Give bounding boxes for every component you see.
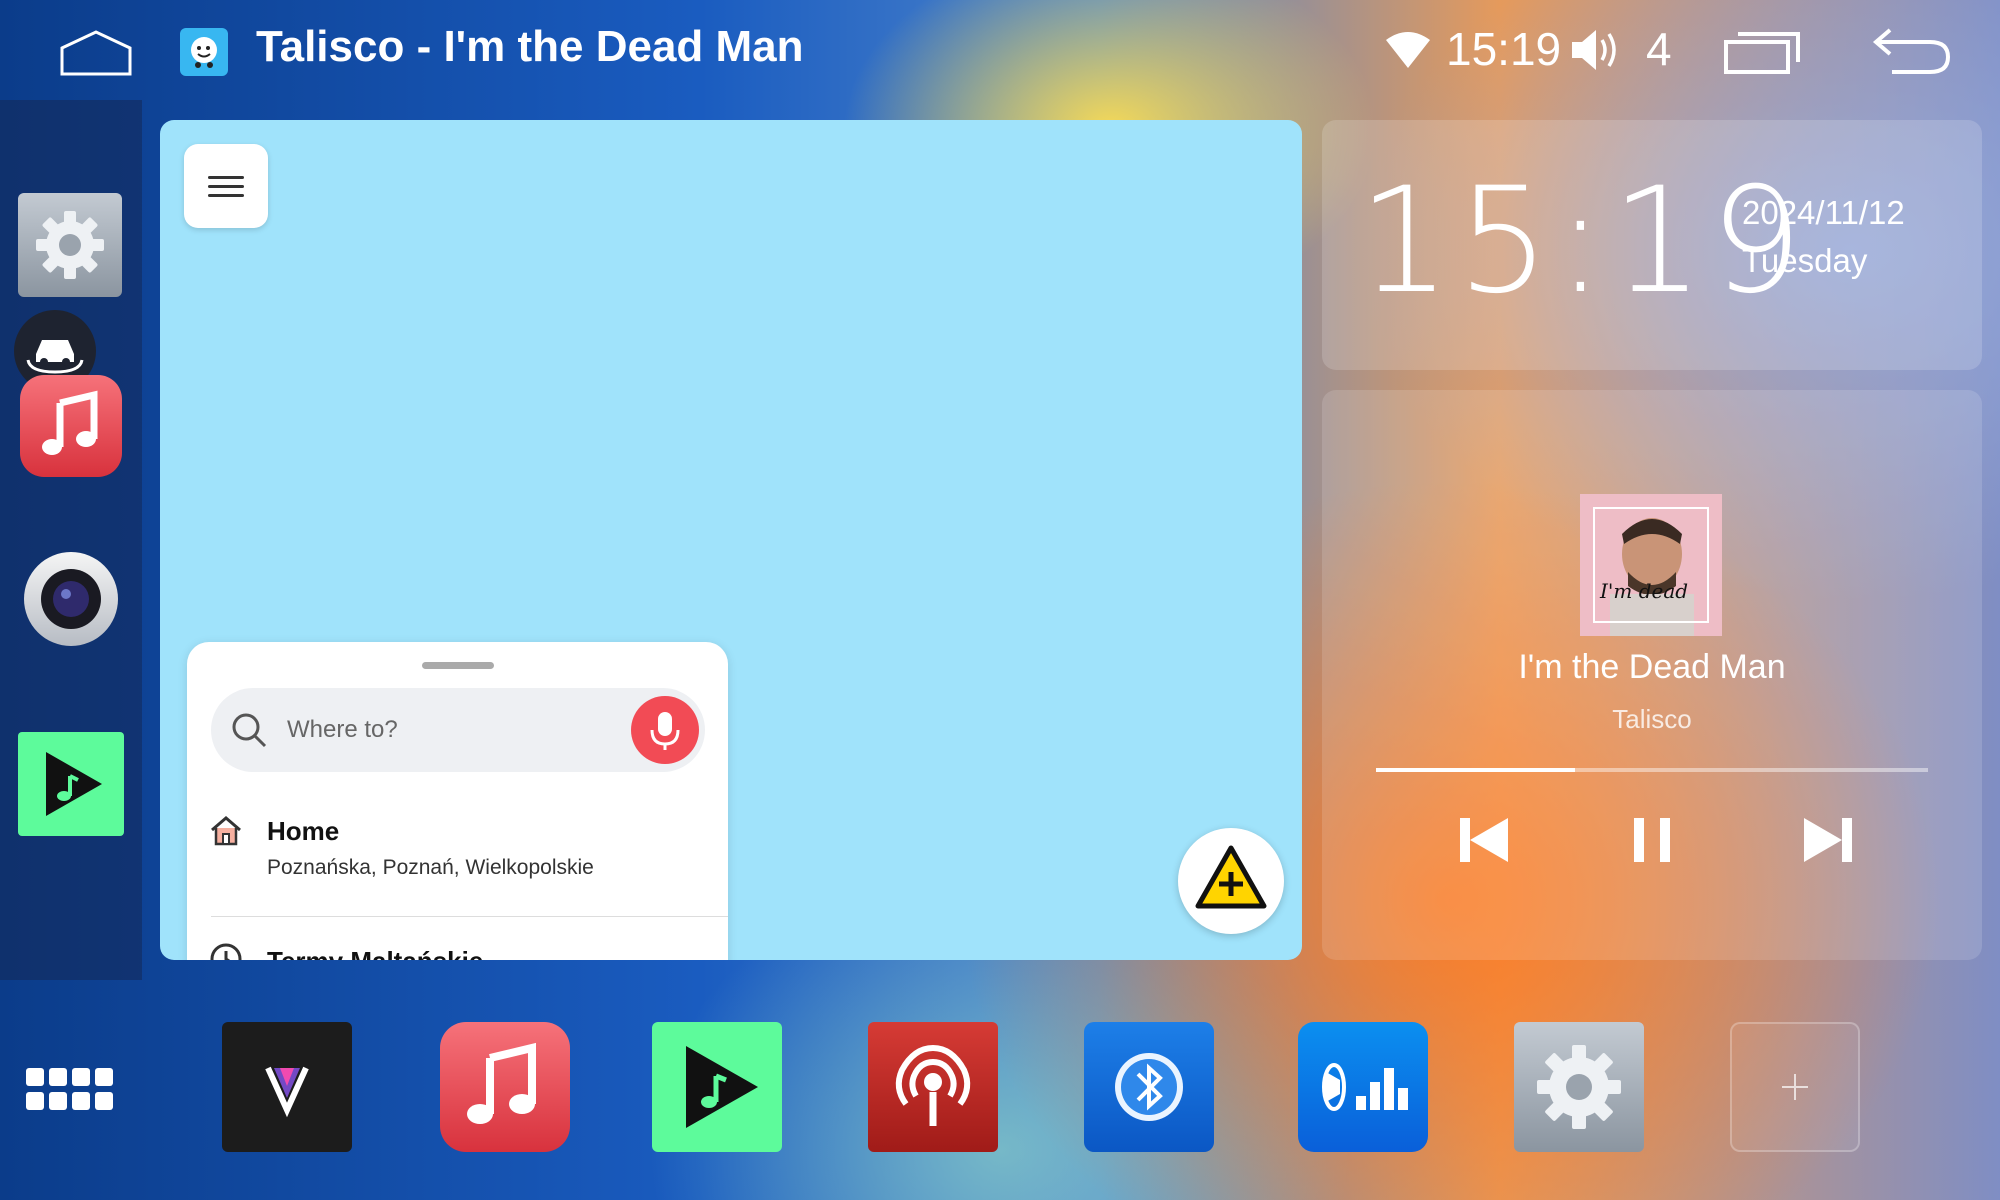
home-icon (209, 814, 243, 848)
podcast-icon[interactable] (868, 1022, 998, 1152)
now-playing-title: Talisco - I'm the Dead Man (256, 22, 804, 71)
left-dock (0, 100, 142, 980)
volume-level: 4 (1646, 23, 1672, 75)
wifi-icon (1384, 30, 1432, 70)
recent-clock-icon (209, 942, 243, 960)
progress-fill (1376, 768, 1575, 772)
clock-weekday: Tuesday (1742, 242, 1868, 279)
home-icon[interactable] (58, 28, 134, 76)
sheet-handle[interactable] (422, 662, 494, 669)
back-icon[interactable] (1872, 24, 1952, 76)
recent-destination[interactable]: Termy Maltańskie (209, 942, 709, 960)
camera-icon[interactable] (24, 552, 118, 646)
play-music-icon[interactable] (652, 1022, 782, 1152)
clock-time: 15:19 (1358, 156, 1809, 326)
waze-app-icon (180, 28, 228, 76)
volume-icon[interactable] (1570, 26, 1622, 74)
search-input[interactable] (287, 710, 607, 750)
next-track-icon[interactable] (1796, 808, 1860, 872)
album-cover[interactable]: I'm dead (1580, 494, 1722, 636)
music-widget: I'm dead I'm the Dead Man Talisco (1322, 390, 1982, 960)
music-icon[interactable] (20, 375, 122, 477)
home-address: Poznańska, Poznań, Wielkopolskie (267, 856, 594, 879)
play-music-icon[interactable] (18, 732, 124, 836)
home-destination[interactable]: Home Poznańska, Poznań, Wielkopolskie (187, 802, 728, 912)
pause-icon[interactable] (1620, 808, 1684, 872)
search-bar[interactable] (211, 688, 705, 772)
recent-apps-icon[interactable] (1722, 28, 1804, 76)
v-app-icon[interactable] (222, 1022, 352, 1152)
artist-name: Talisco (1612, 704, 1692, 734)
navigation-map[interactable]: Home Poznańska, Poznań, Wielkopolskie Te… (160, 120, 1302, 960)
home-title: Home (267, 816, 340, 846)
settings-icon[interactable] (18, 193, 122, 297)
app-grid-icon[interactable] (24, 1066, 116, 1112)
previous-track-icon[interactable] (1452, 808, 1516, 872)
report-hazard-button[interactable] (1178, 828, 1284, 934)
search-icon (229, 710, 269, 750)
add-icon[interactable] (1730, 1022, 1860, 1152)
cover-text: I'm dead (1599, 579, 1688, 603)
clock-widget[interactable]: 15:19 2024/11/12 Tuesday (1322, 120, 1982, 370)
mic-button[interactable] (631, 696, 699, 764)
playback-progress[interactable] (1376, 768, 1928, 772)
settings-icon[interactable] (1514, 1022, 1644, 1152)
music-icon[interactable] (440, 1022, 570, 1152)
clock-date: 2024/11/12 (1742, 194, 1905, 231)
song-title: I'm the Dead Man (1518, 648, 1786, 686)
bluetooth-icon[interactable] (1084, 1022, 1214, 1152)
bottom-dock (0, 980, 2000, 1200)
search-sheet: Home Poznańska, Poznań, Wielkopolskie Te… (187, 642, 728, 960)
recent-title: Termy Maltańskie (267, 946, 483, 960)
equalizer-icon[interactable] (1298, 1022, 1428, 1152)
menu-button[interactable] (184, 144, 268, 228)
status-time: 15:19 (1446, 23, 1562, 75)
status-bar: Talisco - I'm the Dead Man 15:19 4 (0, 0, 2000, 100)
divider (211, 916, 728, 917)
